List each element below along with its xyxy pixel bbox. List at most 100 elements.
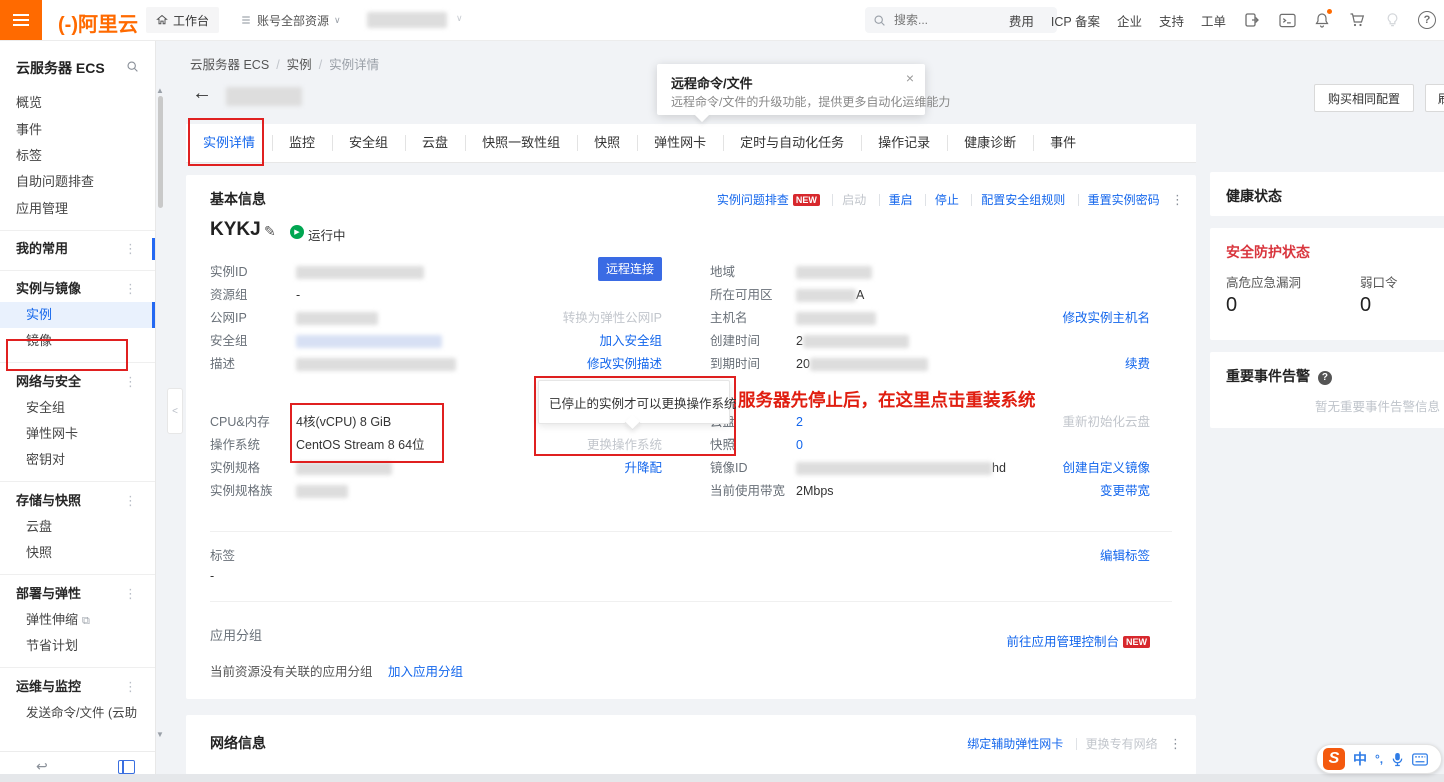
goto-app-console[interactable]: 前往应用管理控制台NEW	[1006, 631, 1150, 650]
cart-icon[interactable]	[1348, 11, 1366, 29]
cloudshell-icon[interactable]	[1278, 11, 1296, 29]
stop-action[interactable]: 停止	[935, 193, 959, 207]
collapse-sidebar-icon[interactable]	[118, 760, 135, 774]
back-arrow-icon[interactable]: ←	[192, 82, 212, 105]
alibaba-cloud-logo[interactable]: (-)阿里云	[58, 8, 138, 37]
collapse-panel-handle[interactable]: <	[167, 388, 183, 434]
snapshot-count-link[interactable]: 0	[796, 438, 803, 452]
weak-password-value[interactable]: 0	[1360, 294, 1371, 317]
join-sg-action[interactable]: 加入安全组	[599, 330, 662, 349]
menu-billing[interactable]: 费用	[1009, 11, 1034, 30]
more-actions-icon[interactable]: ⋮	[1171, 192, 1184, 207]
reboot-action[interactable]: 重启	[889, 193, 913, 207]
tab-events[interactable]: 事件	[1033, 124, 1093, 162]
search-input[interactable]	[892, 12, 1026, 28]
more-icon[interactable]: ⋮	[124, 674, 137, 700]
menu-tickets[interactable]: 工单	[1201, 11, 1226, 30]
sidebar-group-ops[interactable]: 运维与监控⋮	[0, 674, 155, 700]
refresh-button[interactable]: 刷新	[1425, 84, 1444, 112]
more-icon[interactable]: ⋮	[124, 488, 137, 514]
menu-support[interactable]: 支持	[1159, 11, 1184, 30]
sidebar-item-tags[interactable]: 标签	[0, 143, 155, 169]
bind-eni-action[interactable]: 绑定辅助弹性网卡	[967, 737, 1063, 751]
close-icon[interactable]: ×	[906, 70, 914, 86]
join-app-group-action[interactable]: 加入应用分组	[388, 665, 463, 679]
notification-bell-icon[interactable]	[1313, 11, 1331, 29]
sidebar-item-keypairs[interactable]: 密钥对	[0, 447, 155, 473]
menu-enterprise[interactable]: 企业	[1117, 11, 1142, 30]
sidebar-item-savings-plan[interactable]: 节省计划	[0, 633, 155, 659]
tab-instance-details[interactable]: 实例详情	[186, 124, 272, 162]
start-action[interactable]: 启动	[842, 193, 866, 207]
renew-action[interactable]: 续费	[1125, 353, 1150, 372]
edit-name-icon[interactable]: ✎	[264, 223, 276, 240]
breadcrumb-instances[interactable]: 实例	[287, 58, 330, 72]
sidebar-group-favorites[interactable]: 我的常用⋮	[0, 236, 155, 262]
sidebar-search-icon[interactable]	[126, 60, 139, 73]
upgrade-action[interactable]: 升降配	[624, 457, 662, 476]
workbench-button[interactable]: 工作台	[146, 7, 219, 33]
sidebar-item-send-command[interactable]: 发送命令/文件 (云助	[0, 700, 155, 726]
scroll-down-icon[interactable]: ▼	[156, 730, 164, 739]
question-circle-icon[interactable]: ?	[1318, 371, 1332, 385]
edit-tags-action[interactable]: 编辑标签	[1100, 545, 1150, 564]
tab-monitoring[interactable]: 监控	[272, 124, 332, 162]
sidebar-item-overview[interactable]: 概览	[0, 90, 155, 116]
lightbulb-icon[interactable]	[1383, 11, 1401, 29]
sidebar-item-instances[interactable]: 实例	[0, 302, 155, 328]
menu-icp[interactable]: ICP 备案	[1051, 11, 1100, 30]
buy-same-config-button[interactable]: 购买相同配置	[1314, 84, 1414, 112]
sidebar-group-deploy[interactable]: 部署与弹性⋮	[0, 581, 155, 607]
modify-desc-action[interactable]: 修改实例描述	[587, 353, 662, 372]
troubleshoot-link[interactable]: 实例问题排查	[717, 193, 789, 207]
change-vpc-action[interactable]: 更换专有网络	[1086, 737, 1158, 751]
tab-security-groups[interactable]: 安全组	[332, 124, 405, 162]
remote-connect-button[interactable]: 远程连接	[598, 257, 662, 281]
tab-snapshot-consistency[interactable]: 快照一致性组	[465, 124, 577, 162]
sidebar-item-security-groups[interactable]: 安全组	[0, 395, 155, 421]
modify-hostname-action[interactable]: 修改实例主机名	[1062, 307, 1150, 326]
hamburger-menu-icon[interactable]	[0, 0, 42, 40]
sidebar-group-instances-images[interactable]: 实例与镜像⋮	[0, 276, 155, 302]
sidebar-item-snapshots[interactable]: 快照	[0, 540, 155, 566]
more-icon[interactable]: ⋮	[124, 369, 137, 395]
config-sg-action[interactable]: 配置安全组规则	[981, 193, 1065, 207]
sidebar-group-storage[interactable]: 存储与快照⋮	[0, 488, 155, 514]
tab-operation-records[interactable]: 操作记录	[861, 124, 947, 162]
sidebar-scrollbar-thumb[interactable]	[158, 96, 163, 208]
sidebar-item-disks[interactable]: 云盘	[0, 514, 155, 540]
more-icon[interactable]: ⋮	[124, 236, 137, 262]
ime-punctuation-toggle[interactable]: °,	[1375, 752, 1383, 766]
microphone-icon[interactable]	[1391, 752, 1404, 767]
vuln-value[interactable]: 0	[1226, 294, 1237, 317]
tab-eni[interactable]: 弹性网卡	[637, 124, 723, 162]
shortcut-toggle-icon[interactable]: ↩	[36, 758, 48, 775]
ime-language-toggle[interactable]: 中	[1353, 749, 1367, 769]
sogou-logo-icon[interactable]: S	[1323, 748, 1345, 770]
more-actions-icon[interactable]: ⋮	[1169, 736, 1182, 751]
sidebar-item-autoscaling[interactable]: 弹性伸缩⧉	[0, 607, 155, 633]
sidebar-item-events[interactable]: 事件	[0, 117, 155, 143]
reinit-disk-action[interactable]: 重新初始化云盘	[1062, 411, 1150, 430]
tab-disks[interactable]: 云盘	[405, 124, 465, 162]
change-os-action[interactable]: 更换操作系统	[587, 434, 662, 453]
help-icon[interactable]: ?	[1418, 11, 1436, 29]
sidebar-item-app-management[interactable]: 应用管理	[0, 196, 155, 222]
convert-eip-action[interactable]: 转换为弹性公网IP	[563, 307, 662, 326]
sidebar-item-eni[interactable]: 弹性网卡	[0, 421, 155, 447]
app-switcher-icon[interactable]	[1243, 11, 1261, 29]
breadcrumb-ecs[interactable]: 云服务器 ECS	[190, 58, 287, 72]
sidebar-item-images[interactable]: 镜像	[0, 328, 155, 354]
more-icon[interactable]: ⋮	[124, 581, 137, 607]
create-image-action[interactable]: 创建自定义镜像	[1062, 457, 1150, 476]
tab-health-diagnosis[interactable]: 健康诊断	[947, 124, 1033, 162]
account-scope-selector[interactable]: 账号全部资源 ∨	[240, 0, 341, 40]
sidebar-item-troubleshoot[interactable]: 自助问题排查	[0, 169, 155, 195]
sidebar-group-network-security[interactable]: 网络与安全⋮	[0, 369, 155, 395]
keyboard-icon[interactable]	[1412, 753, 1428, 766]
tab-scheduled-tasks[interactable]: 定时与自动化任务	[723, 124, 861, 162]
more-icon[interactable]: ⋮	[124, 276, 137, 302]
scroll-up-icon[interactable]: ▲	[156, 86, 164, 95]
tab-snapshots[interactable]: 快照	[577, 124, 637, 162]
reset-password-action[interactable]: 重置实例密码	[1088, 193, 1160, 207]
